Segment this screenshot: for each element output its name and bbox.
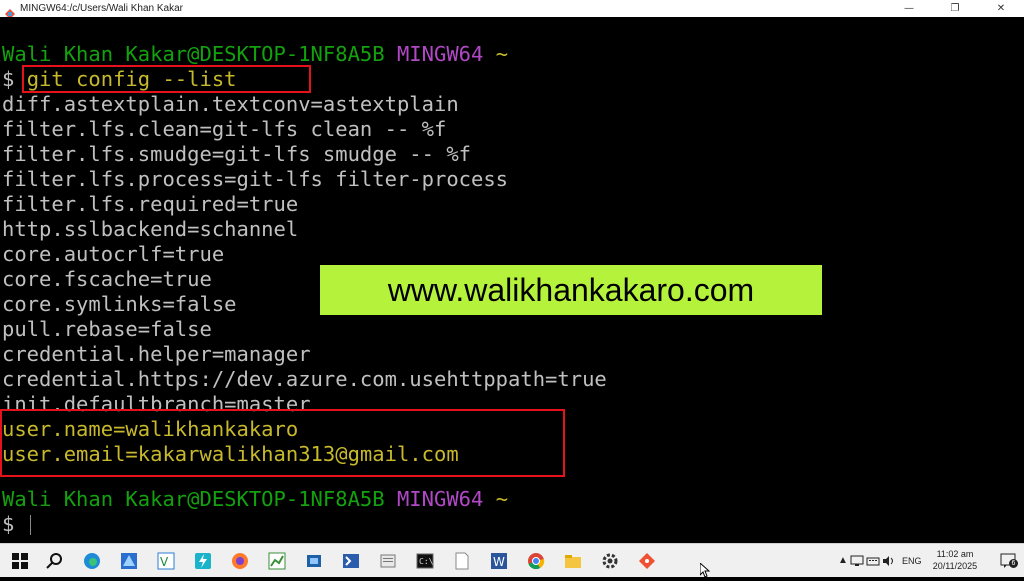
website-banner: www.walikhankakaro.com bbox=[320, 265, 822, 315]
window-titlebar[interactable]: MINGW64:/c/Users/Wali Khan Kakar — ❐ ✕ bbox=[0, 0, 1024, 19]
svg-text:W: W bbox=[493, 555, 505, 569]
azure-data-studio-icon[interactable] bbox=[119, 551, 139, 571]
output-line: pull.rebase=false bbox=[2, 317, 212, 341]
git-bash-icon bbox=[5, 4, 15, 19]
mouse-pointer-icon bbox=[699, 561, 711, 581]
prompt-env: MINGW64 bbox=[396, 42, 484, 66]
firefox-icon[interactable] bbox=[230, 551, 250, 571]
cmd-icon[interactable]: C:\ bbox=[415, 551, 435, 571]
chrome-icon[interactable] bbox=[526, 551, 546, 571]
volume-icon[interactable] bbox=[882, 555, 898, 567]
output-line: filter.lfs.clean=git-lfs clean -- %f bbox=[2, 117, 447, 141]
prompt-line-2: Wali Khan Kakar@DESKTOP-1NF8A5B MINGW64 … bbox=[2, 487, 508, 512]
vscode-icon[interactable]: V bbox=[156, 551, 176, 571]
network-icon[interactable] bbox=[850, 555, 866, 567]
clock-date: 20/11/2025 bbox=[932, 561, 978, 571]
svg-text:V: V bbox=[160, 555, 169, 569]
output-line: credential.helper=manager bbox=[2, 342, 311, 366]
maximize-button[interactable]: ❐ bbox=[932, 0, 978, 17]
virtualbox-icon[interactable] bbox=[304, 551, 324, 571]
clock-time: 11:02 am bbox=[936, 549, 974, 559]
prompt-line-1: Wali Khan Kakar@DESKTOP-1NF8A5B MINGW64 … bbox=[2, 42, 508, 67]
window-title: MINGW64:/c/Users/Wali Khan Kakar bbox=[20, 3, 184, 14]
notepad-plus-icon[interactable] bbox=[378, 551, 398, 571]
minimize-button[interactable]: — bbox=[886, 0, 932, 17]
notification-center-icon[interactable]: 6 bbox=[1000, 552, 1018, 568]
prompt-dir: ~ bbox=[495, 42, 509, 66]
output-line: core.fscache=true bbox=[2, 267, 212, 291]
power-automate-icon[interactable] bbox=[193, 551, 213, 571]
search-icon[interactable] bbox=[45, 551, 65, 571]
keyboard-icon[interactable] bbox=[866, 555, 882, 567]
file-explorer-icon[interactable] bbox=[563, 551, 583, 571]
prompt-env: MINGW64 bbox=[396, 487, 484, 511]
user-config-highlight-box bbox=[0, 409, 565, 477]
text-cursor bbox=[30, 515, 31, 535]
language-indicator[interactable]: ENG bbox=[902, 556, 922, 566]
notification-count: 6 bbox=[1009, 559, 1018, 568]
file-icon[interactable] bbox=[452, 551, 472, 571]
edge-icon[interactable] bbox=[82, 551, 102, 571]
output-line: filter.lfs.required=true bbox=[2, 192, 299, 216]
final-prompt-line: $ bbox=[2, 512, 14, 537]
output-line: core.autocrlf=true bbox=[2, 242, 225, 266]
output-line: diff.astextplain.textconv=astextplain bbox=[2, 92, 459, 116]
output-line: credential.https://dev.azure.com.usehttp… bbox=[2, 367, 607, 391]
git-icon[interactable] bbox=[637, 551, 657, 571]
chevron-up-icon[interactable]: ▲ bbox=[838, 555, 850, 566]
taskbar: V C:\ W ▲ ENG 11:02 am 20/11/2025 6 bbox=[0, 543, 1024, 578]
output-line: core.symlinks=false bbox=[2, 292, 237, 316]
windows-icon[interactable] bbox=[10, 551, 30, 571]
output-line: http.sslbackend=schannel bbox=[2, 217, 299, 241]
excel-tool-icon[interactable] bbox=[267, 551, 287, 571]
settings-icon[interactable] bbox=[600, 551, 620, 571]
prompt-symbol: $ bbox=[2, 512, 15, 536]
prompt-user: Wali Khan Kakar@DESKTOP-1NF8A5B bbox=[2, 42, 385, 66]
prompt-user: Wali Khan Kakar@DESKTOP-1NF8A5B bbox=[2, 487, 385, 511]
prompt-dir: ~ bbox=[495, 487, 509, 511]
svg-text:C:\: C:\ bbox=[419, 557, 434, 566]
close-button[interactable]: ✕ bbox=[978, 0, 1024, 17]
clock[interactable]: 11:02 am 20/11/2025 bbox=[930, 548, 980, 572]
output-line: filter.lfs.smudge=git-lfs smudge -- %f bbox=[2, 142, 471, 166]
output-line: filter.lfs.process=git-lfs filter-proces… bbox=[2, 167, 509, 191]
prompt-symbol: $ bbox=[2, 67, 15, 91]
command-highlight-box bbox=[22, 65, 311, 93]
window-controls: — ❐ ✕ bbox=[886, 0, 1024, 17]
system-tray: ▲ ENG bbox=[838, 544, 928, 577]
word-icon[interactable]: W bbox=[489, 551, 509, 571]
powershell-icon[interactable] bbox=[341, 551, 361, 571]
